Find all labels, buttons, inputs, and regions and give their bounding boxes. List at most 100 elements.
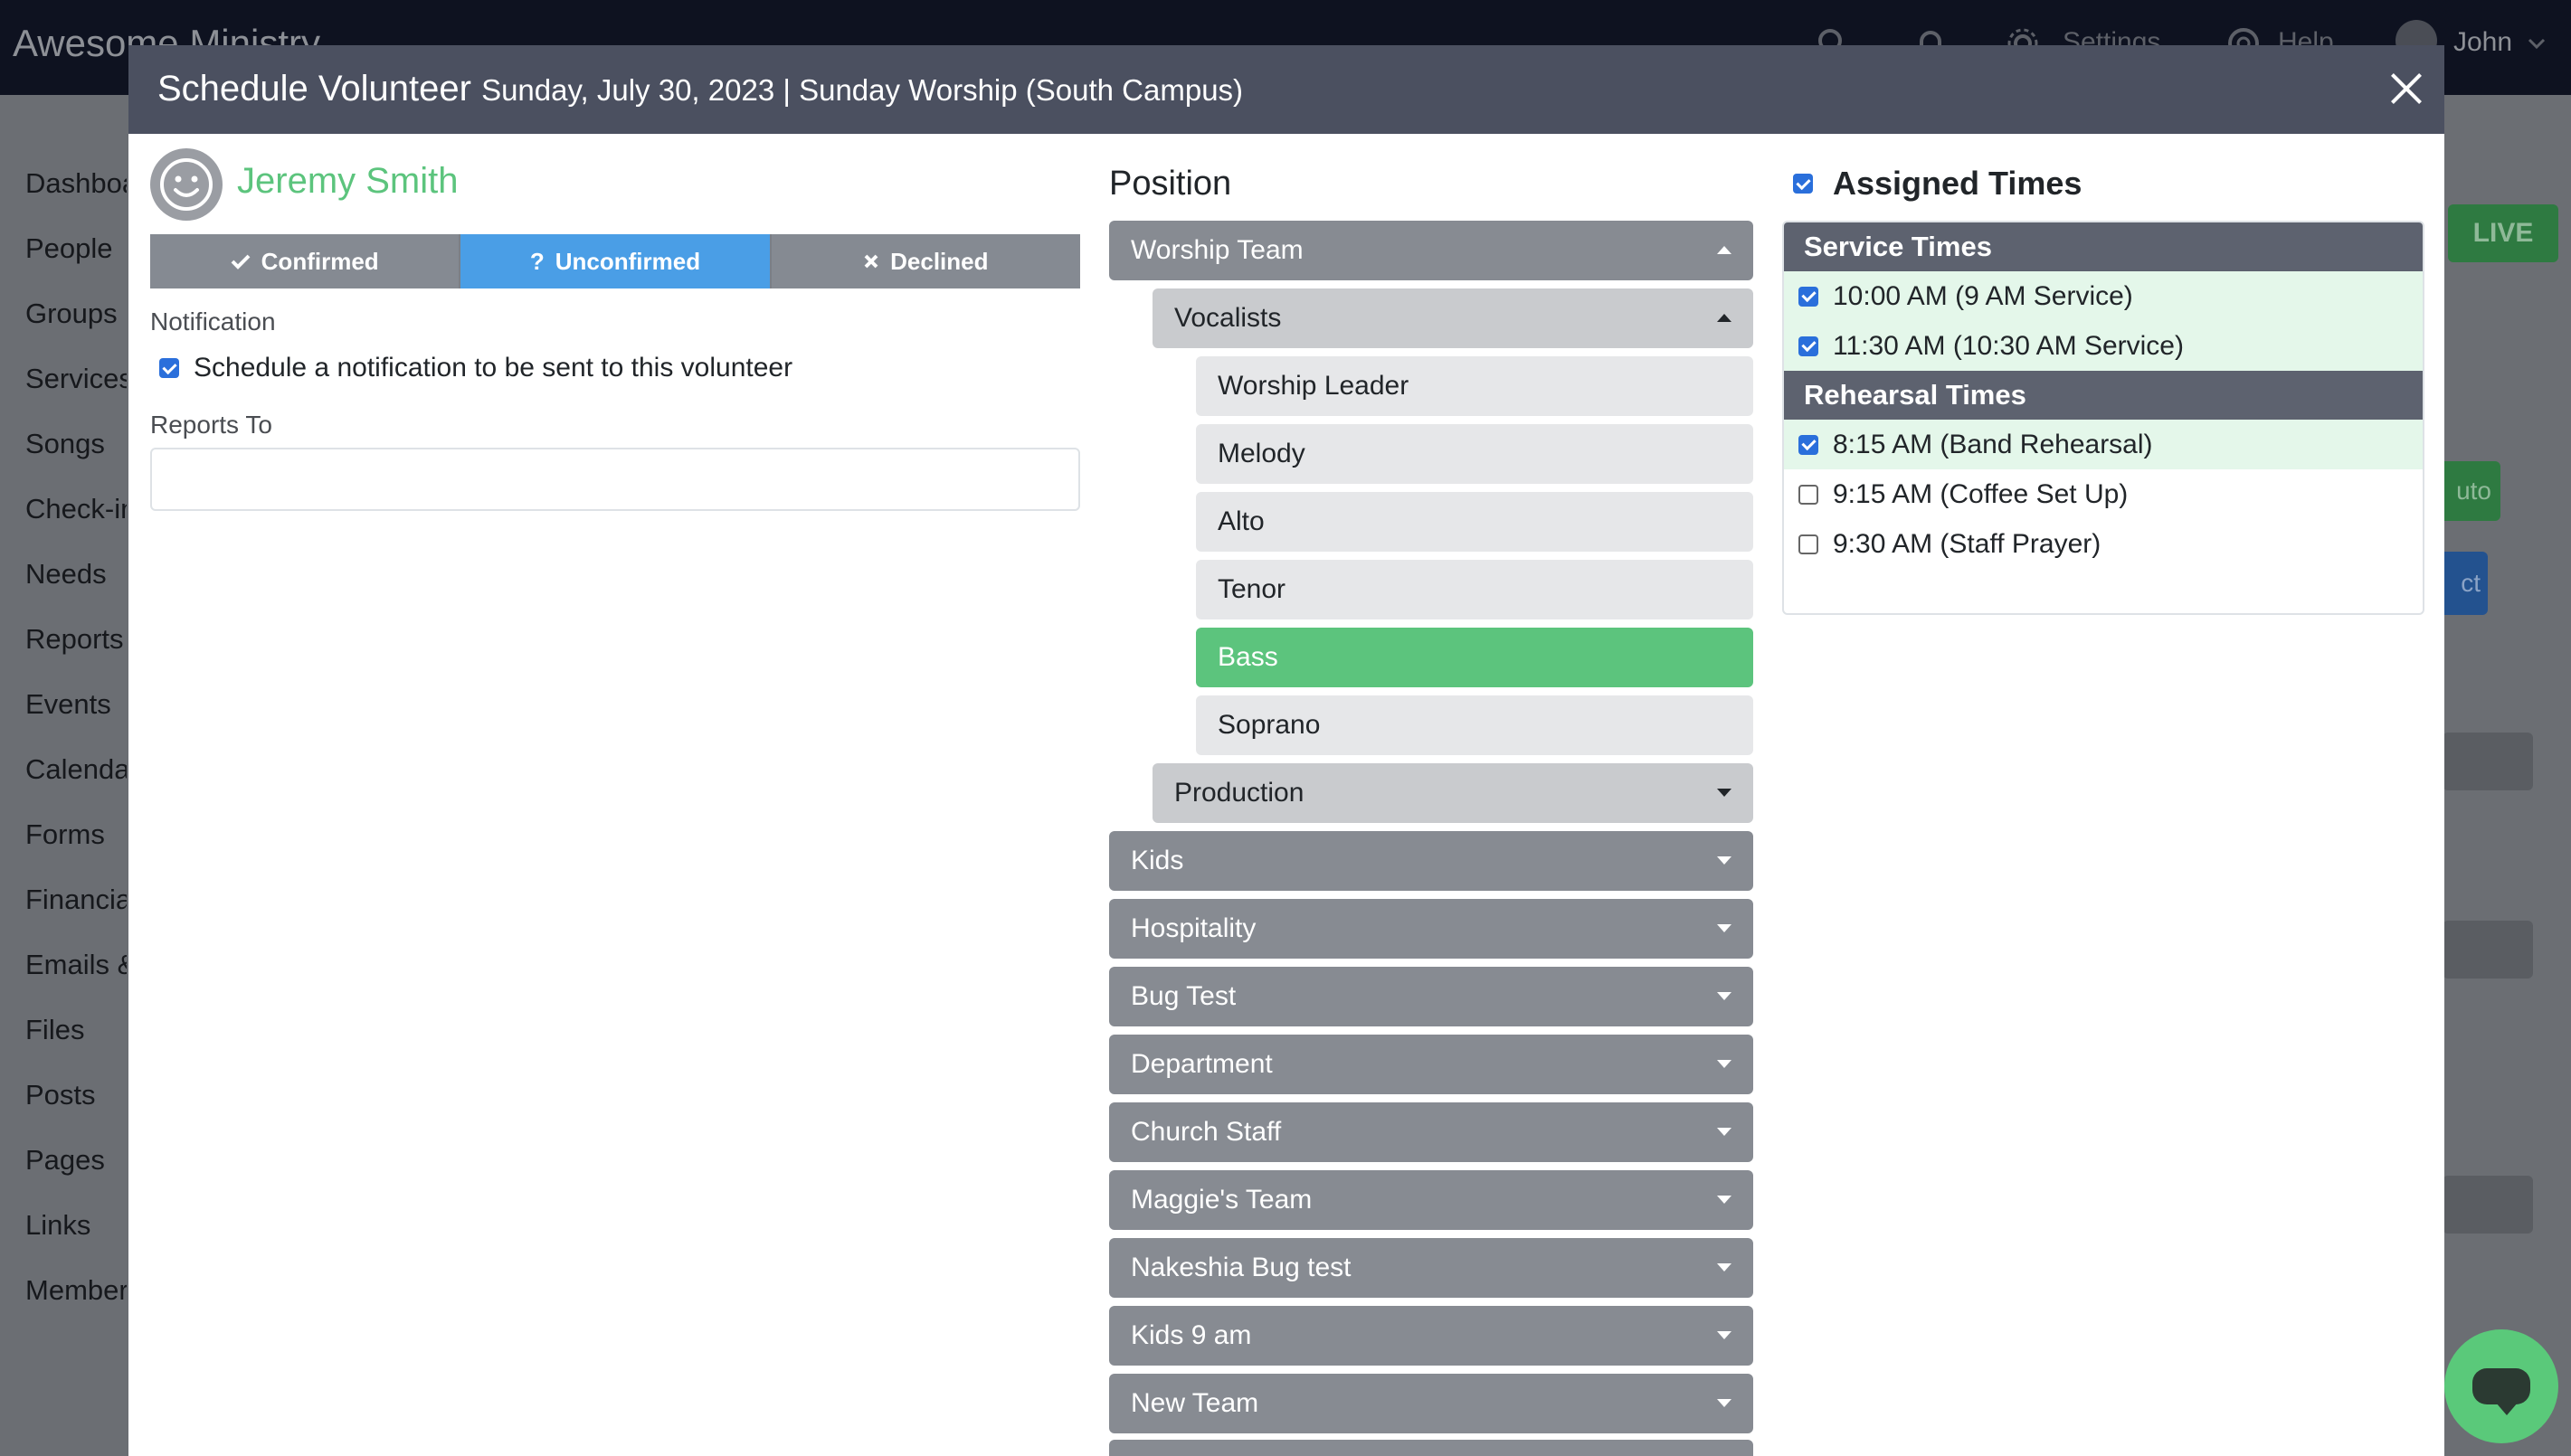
live-button[interactable]: LIVE: [2448, 204, 2558, 262]
volunteer-avatar: [150, 148, 223, 221]
time-row[interactable]: 10:00 AM (9 AM Service): [1784, 271, 2423, 321]
service-times-header: Service Times: [1784, 222, 2423, 271]
sidebar-item-links[interactable]: Links: [25, 1209, 127, 1242]
notification-checkbox[interactable]: [159, 358, 179, 378]
sidebar-item-pages[interactable]: Pages: [25, 1144, 127, 1177]
time-checkbox[interactable]: [1798, 286, 1818, 307]
position-worship-leader[interactable]: Worship Leader: [1196, 356, 1753, 416]
position-group-church-staff[interactable]: Church Staff: [1109, 1102, 1753, 1162]
sidebar-item-files[interactable]: Files: [25, 1014, 127, 1046]
sidebar-item-events[interactable]: Events: [25, 688, 127, 721]
position-group-kids-9am[interactable]: Kids 9 am: [1109, 1306, 1753, 1366]
position-label: Tenor: [1218, 574, 1286, 604]
time-label: 8:15 AM (Band Rehearsal): [1833, 429, 2153, 459]
unconfirmed-button[interactable]: ? Unconfirmed: [460, 234, 772, 288]
sidebar-item-needs[interactable]: Needs: [25, 558, 127, 591]
position-group-worship-team[interactable]: Worship Team: [1109, 221, 1753, 280]
caret-up-icon: [1717, 246, 1731, 254]
volunteer-name[interactable]: Jeremy Smith: [237, 161, 459, 202]
question-icon: ?: [529, 247, 545, 275]
position-bass[interactable]: Bass: [1196, 628, 1753, 687]
sidebar: Dashboard People Groups Services Songs C…: [0, 95, 128, 1456]
assigned-times-list: Service Times 10:00 AM (9 AM Service) 11…: [1782, 221, 2424, 615]
sidebar-item-members[interactable]: Members: [25, 1274, 127, 1307]
position-label: Melody: [1218, 439, 1305, 468]
position-group-kids[interactable]: Kids: [1109, 831, 1753, 891]
caret-down-icon: [1717, 1128, 1731, 1136]
sidebar-item-financial[interactable]: Financial: [25, 884, 127, 916]
reports-to-input[interactable]: [150, 448, 1080, 511]
caret-down-icon: [1717, 1399, 1731, 1407]
check-icon: [231, 254, 251, 269]
time-checkbox[interactable]: [1798, 336, 1818, 356]
sidebar-item-songs[interactable]: Songs: [25, 428, 127, 460]
sidebar-item-groups[interactable]: Groups: [25, 298, 127, 330]
caret-down-icon: [1717, 924, 1731, 932]
sidebar-item-emails[interactable]: Emails &: [25, 949, 127, 981]
time-label: 11:30 AM (10:30 AM Service): [1833, 330, 2184, 361]
x-icon: [864, 254, 878, 269]
position-group-partial[interactable]: [1109, 1440, 1753, 1456]
position-group-maggies-team[interactable]: Maggie's Team: [1109, 1170, 1753, 1230]
unconfirmed-label: Unconfirmed: [555, 247, 701, 275]
position-group-vocalists[interactable]: Vocalists: [1153, 288, 1753, 348]
reports-to-label: Reports To: [150, 411, 272, 439]
position-group-bug-test[interactable]: Bug Test: [1109, 967, 1753, 1026]
time-checkbox[interactable]: [1798, 434, 1818, 455]
time-label: 9:30 AM (Staff Prayer): [1833, 528, 2101, 559]
sidebar-item-forms[interactable]: Forms: [25, 818, 127, 851]
position-tenor[interactable]: Tenor: [1196, 560, 1753, 619]
time-label: 10:00 AM (9 AM Service): [1833, 280, 2133, 311]
time-checkbox[interactable]: [1798, 484, 1818, 505]
position-label: Nakeshia Bug test: [1131, 1253, 1352, 1282]
position-group-department[interactable]: Department: [1109, 1035, 1753, 1094]
user-menu[interactable]: John: [2453, 27, 2512, 58]
notification-checkbox-label[interactable]: Schedule a notification to be sent to th…: [194, 353, 792, 383]
rehearsal-times-header: Rehearsal Times: [1784, 371, 2423, 420]
confirmed-label: Confirmed: [261, 247, 379, 275]
declined-button[interactable]: Declined: [771, 234, 1080, 288]
position-group-new-team[interactable]: New Team: [1109, 1374, 1753, 1433]
caret-down-icon: [1717, 789, 1731, 797]
notification-row: Schedule a notification to be sent to th…: [159, 353, 792, 383]
time-label: 9:15 AM (Coffee Set Up): [1833, 478, 2129, 509]
position-label: Kids: [1131, 846, 1184, 875]
sidebar-item-services[interactable]: Services: [25, 363, 127, 395]
sidebar-item-checkin[interactable]: Check-in: [25, 493, 127, 525]
caret-down-icon: [1717, 1060, 1731, 1068]
time-row[interactable]: 9:15 AM (Coffee Set Up): [1784, 469, 2423, 519]
position-group-production[interactable]: Production: [1153, 763, 1753, 823]
confirmed-button[interactable]: Confirmed: [150, 234, 461, 288]
time-row[interactable]: 8:15 AM (Band Rehearsal): [1784, 420, 2423, 469]
position-group-nakeshia-bug-test[interactable]: Nakeshia Bug test: [1109, 1238, 1753, 1298]
chat-widget-button[interactable]: [2444, 1329, 2558, 1443]
sidebar-item-dashboard[interactable]: Dashboard: [25, 167, 127, 200]
position-label: Worship Team: [1131, 235, 1304, 265]
sidebar-item-posts[interactable]: Posts: [25, 1079, 127, 1111]
chevron-down-icon[interactable]: [2526, 25, 2547, 61]
background-card: [2443, 1176, 2533, 1234]
caret-down-icon: [1717, 1263, 1731, 1272]
sidebar-item-reports[interactable]: Reports: [25, 623, 127, 656]
position-melody[interactable]: Melody: [1196, 424, 1753, 484]
modal-title-text: Schedule Volunteer: [157, 69, 471, 109]
position-soprano[interactable]: Soprano: [1196, 695, 1753, 755]
sidebar-item-calendar[interactable]: Calendar: [25, 753, 127, 786]
sidebar-item-people[interactable]: People: [25, 232, 127, 265]
time-checkbox[interactable]: [1798, 534, 1818, 554]
time-row[interactable]: 11:30 AM (10:30 AM Service): [1784, 321, 2423, 371]
position-label: Worship Leader: [1218, 371, 1409, 401]
chat-icon: [2472, 1368, 2530, 1415]
time-row[interactable]: 9:30 AM (Staff Prayer): [1784, 519, 2423, 569]
smiley-icon: [160, 158, 213, 211]
notification-label: Notification: [150, 307, 276, 336]
close-icon[interactable]: [2381, 63, 2432, 114]
assigned-times-checkbox[interactable]: [1793, 174, 1813, 194]
position-group-hospitality[interactable]: Hospitality: [1109, 899, 1753, 959]
status-button-group: Confirmed ? Unconfirmed Declined: [150, 234, 1080, 288]
position-label: Maggie's Team: [1131, 1185, 1313, 1215]
declined-label: Declined: [890, 247, 989, 275]
position-heading: Position: [1109, 165, 1232, 203]
caret-up-icon: [1717, 314, 1731, 322]
position-alto[interactable]: Alto: [1196, 492, 1753, 552]
